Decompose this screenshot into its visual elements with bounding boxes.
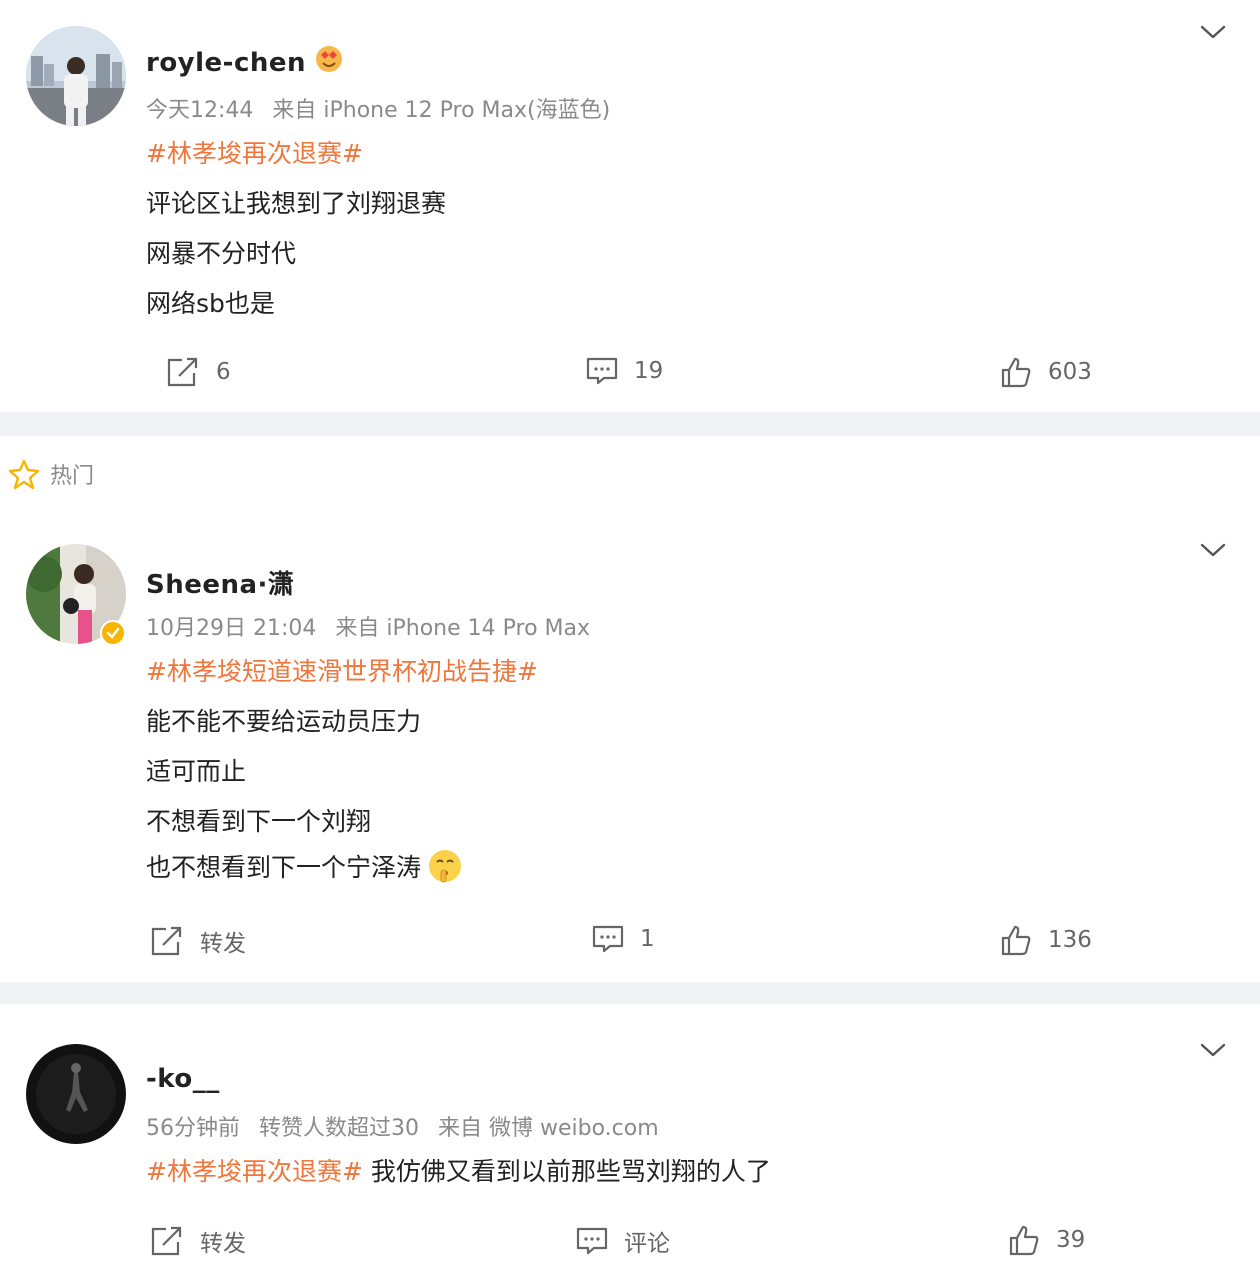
comment-count: 1 [640,926,655,952]
like-button[interactable]: 136 [1000,924,1092,956]
comment-count: 19 [634,358,664,384]
shushing-face-emoji-icon [429,850,462,883]
emoji-badge-icon [314,44,344,81]
post-text-line: 网络sb也是 [146,289,275,318]
hashtag-link[interactable]: #林孝埈再次退赛# [146,1152,363,1188]
post-text-line: 适可而止 [146,757,247,786]
post-source: 来自 iPhone 12 Pro Max(海蓝色) [272,98,611,123]
post-card: royle-chen 今天12:44 来自 iPhone 12 Pro Max(… [0,0,1260,412]
separator [0,412,1260,436]
comment-icon [586,357,618,385]
repost-count: 6 [216,359,231,385]
post-source: 来自 iPhone 14 Pro Max [335,616,591,641]
thumbs-up-icon [1001,357,1031,388]
post-text-line: 也不想看到下一个宁泽涛 [146,848,463,884]
chevron-down-icon[interactable] [1200,542,1226,558]
username[interactable]: Sheena·潇 [146,564,294,601]
avatar[interactable] [26,1044,126,1144]
post-text-line: 不想看到下一个刘翔 [146,807,372,836]
comment-button[interactable]: 评论 [576,1224,670,1258]
comment-button[interactable]: 19 [586,356,663,386]
comment-icon [592,925,624,953]
post-source: 来自 微博 weibo.com [438,1116,659,1141]
post-extra: 转赞人数超过30 [259,1116,419,1141]
username[interactable]: royle-chen [146,44,344,81]
comment-button[interactable]: 1 [592,924,655,954]
post-card: -ko__ 56分钟前 转赞人数超过30 来自 微博 weibo.com #林孝… [0,1004,1260,1268]
separator [0,982,1260,1004]
thumbs-up-icon [1009,1225,1039,1256]
avatar[interactable] [26,544,126,646]
like-count: 603 [1048,359,1092,385]
post-text: 我仿佛又看到以前那些骂刘翔的人了 [362,1157,771,1186]
username[interactable]: -ko__ [146,1064,220,1094]
repost-icon [151,1226,182,1256]
hashtag-link[interactable]: #林孝埈再次退赛# [146,134,363,170]
hashtag-link[interactable]: #林孝埈短道速滑世界杯初战告捷# [146,652,538,688]
thumbs-up-icon [1001,925,1031,956]
post-text-line: 评论区让我想到了刘翔退赛 [146,189,447,218]
post-meta: 10月29日 21:04 来自 iPhone 14 Pro Max [146,610,590,642]
repost-button[interactable]: 6 [166,356,231,388]
repost-button[interactable]: 转发 [150,1224,246,1258]
like-count: 136 [1048,927,1092,953]
like-count: 39 [1056,1227,1086,1253]
repost-icon [151,926,182,956]
post-time: 今天12:44 [146,98,254,123]
post-text-line: 网暴不分时代 [146,239,297,268]
chevron-down-icon[interactable] [1200,1042,1226,1058]
comment-icon [576,1227,608,1255]
repost-button[interactable]: 转发 [150,924,246,958]
post-time: 10月29日 21:04 [146,616,317,641]
post-meta: 今天12:44 来自 iPhone 12 Pro Max(海蓝色) [146,92,610,124]
post-text-line: #林孝埈再次退赛# 我仿佛又看到以前那些骂刘翔的人了 [146,1152,771,1188]
chevron-down-icon[interactable] [1200,24,1226,40]
post-meta: 56分钟前 转赞人数超过30 来自 微博 weibo.com [146,1110,659,1142]
star-icon [8,459,40,490]
post-card: Sheena·潇 10月29日 21:04 来自 iPhone 14 Pro M… [0,520,1260,982]
repost-icon [167,357,198,387]
comment-label: 评论 [624,1231,670,1257]
post-time: 56分钟前 [146,1116,240,1141]
hot-section-label: 热门 [8,458,94,490]
repost-label: 转发 [200,931,246,957]
like-button[interactable]: 603 [1000,356,1092,388]
post-text-line: 能不能不要给运动员压力 [146,707,422,736]
avatar[interactable] [26,26,126,126]
repost-label: 转发 [200,1231,246,1257]
like-button[interactable]: 39 [1008,1224,1085,1256]
verified-badge-icon [100,620,126,646]
